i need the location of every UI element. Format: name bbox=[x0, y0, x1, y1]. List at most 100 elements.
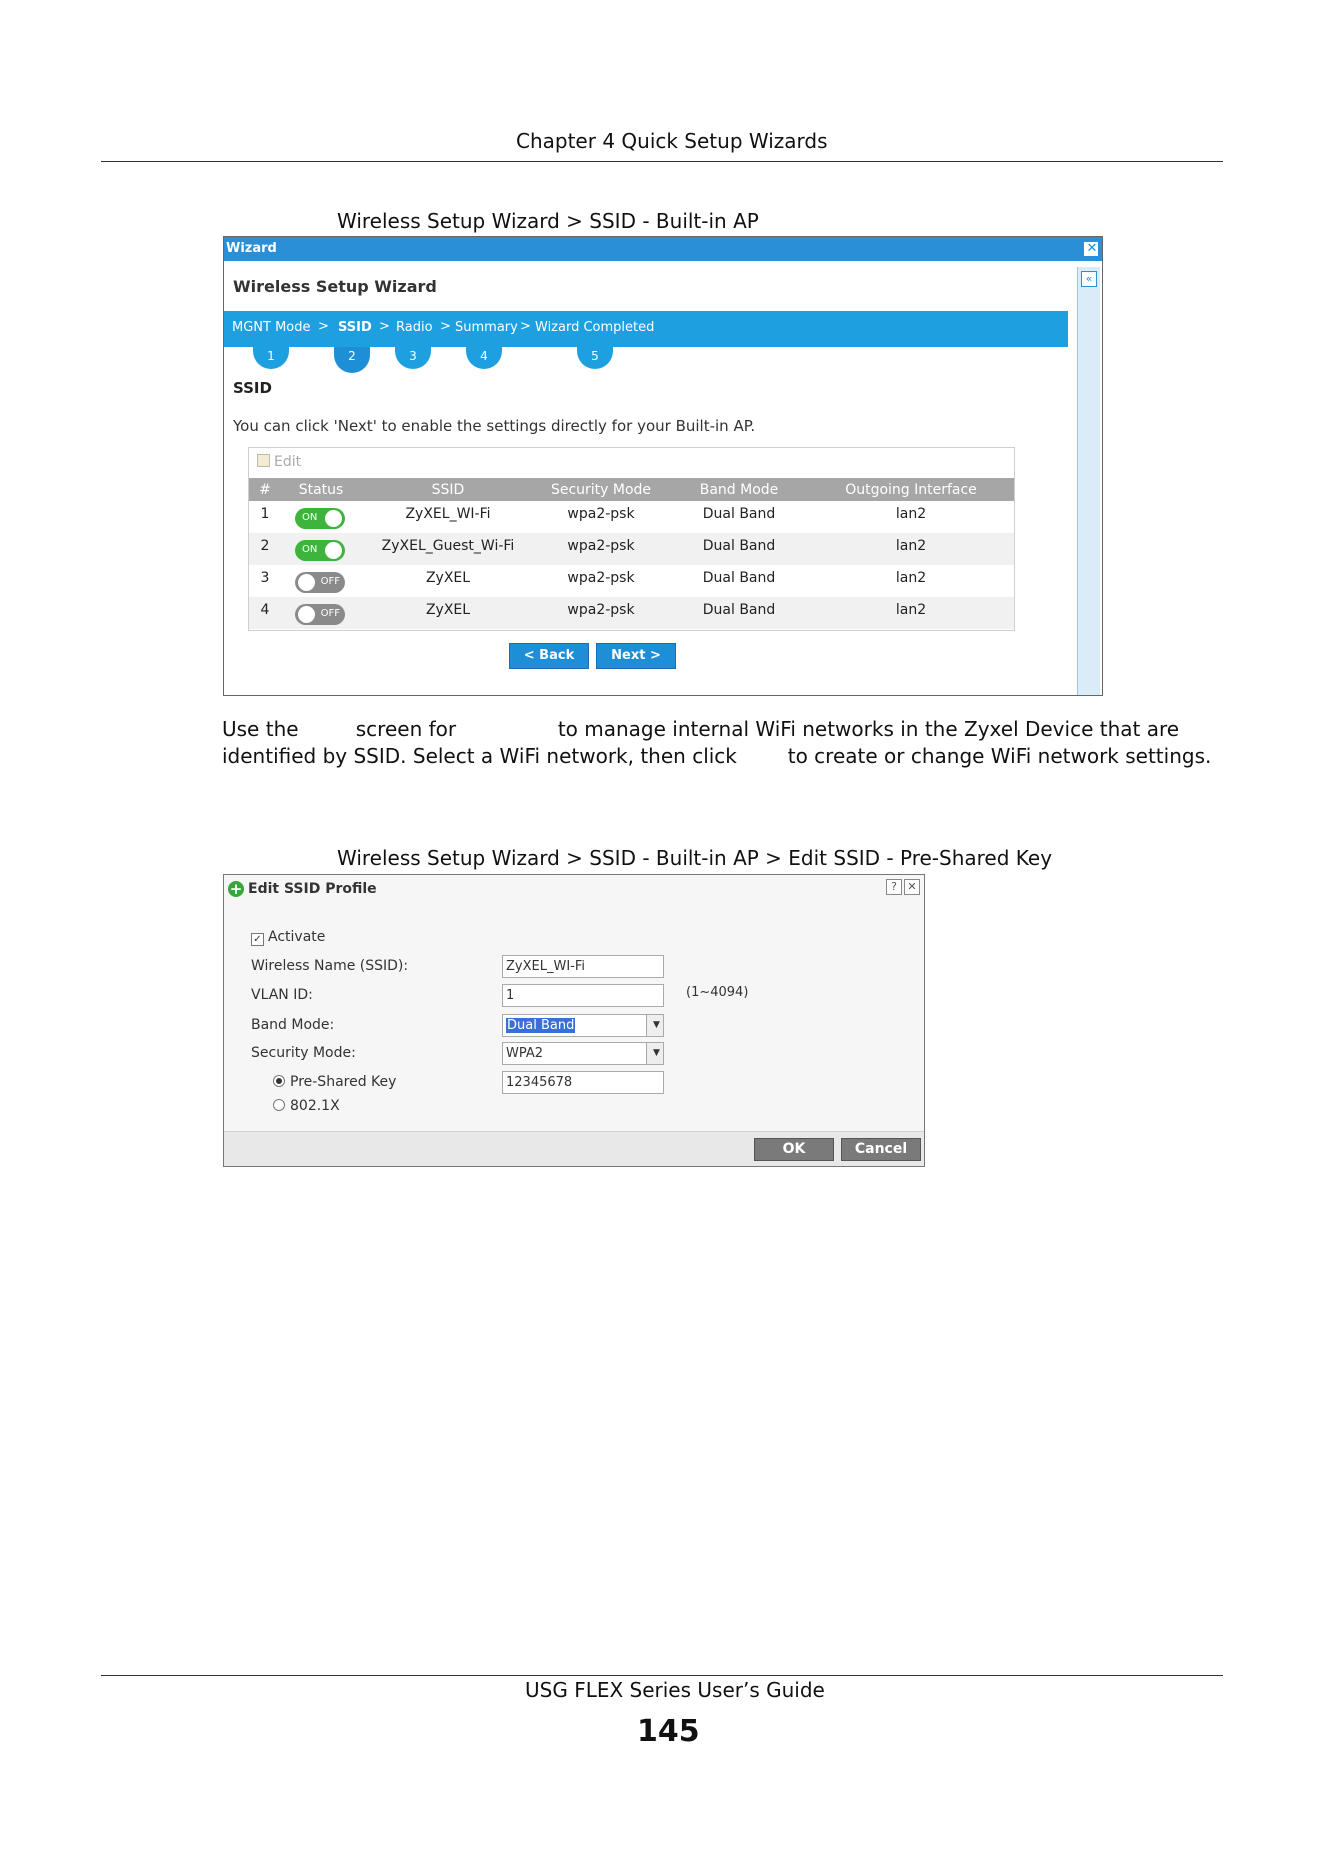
step-radio[interactable]: Radio bbox=[396, 320, 433, 335]
step-number-2: 2 bbox=[334, 347, 370, 373]
wizard-side-panel: « bbox=[1077, 267, 1100, 695]
activate-label: Activate bbox=[268, 929, 326, 945]
edit-label: Edit bbox=[274, 454, 302, 470]
row-iface: lan2 bbox=[895, 570, 927, 586]
col-num: # bbox=[259, 482, 271, 498]
row-security: wpa2-psk bbox=[567, 506, 635, 522]
band-mode-label: Band Mode: bbox=[251, 1017, 335, 1033]
step-number-3: 3 bbox=[395, 347, 431, 369]
step-ssid[interactable]: SSID bbox=[338, 320, 372, 335]
col-band-mode: Band Mode bbox=[699, 482, 779, 498]
toggle-label: OFF bbox=[320, 576, 340, 587]
section-title: SSID bbox=[233, 379, 272, 397]
col-security-mode: Security Mode bbox=[550, 482, 652, 498]
row-ssid: ZyXEL bbox=[425, 570, 471, 586]
step-summary[interactable]: Summary bbox=[455, 320, 518, 335]
row-band: Dual Band bbox=[702, 538, 776, 554]
dialog-title: Edit SSID Profile bbox=[248, 881, 377, 897]
step-number-5: 5 bbox=[577, 347, 613, 369]
collapse-icon[interactable]: « bbox=[1081, 271, 1097, 287]
table-row[interactable]: 2 ON ZyXEL_Guest_Wi-Fi wpa2-psk Dual Ban… bbox=[249, 533, 1014, 565]
wizard-screenshot: Wizard ✕ « Wireless Setup Wizard MGNT Mo… bbox=[223, 236, 1103, 696]
row-iface: lan2 bbox=[895, 602, 927, 618]
ssid-table: Edit # Status SSID Security Mode Band Mo… bbox=[248, 447, 1015, 631]
vlan-input[interactable]: 1 bbox=[502, 984, 664, 1007]
guide-title: USG FLEX Series User’s Guide bbox=[525, 1678, 825, 1702]
close-icon[interactable]: ✕ bbox=[1084, 242, 1098, 256]
band-mode-select[interactable]: Dual Band ▼ bbox=[502, 1014, 664, 1037]
radio-icon[interactable] bbox=[273, 1099, 285, 1111]
row-num: 4 bbox=[260, 602, 270, 618]
toggle-label: ON bbox=[302, 512, 318, 523]
row-ssid: ZyXEL_Guest_Wi-Fi bbox=[381, 538, 515, 554]
status-toggle[interactable]: ON bbox=[295, 508, 345, 529]
band-mode-value: Dual Band bbox=[506, 1018, 576, 1033]
vlan-label: VLAN ID: bbox=[251, 987, 313, 1003]
header-rule bbox=[101, 161, 1223, 162]
dot1x-label: 802.1X bbox=[290, 1098, 340, 1114]
back-button[interactable]: < Back bbox=[509, 643, 589, 669]
chevron-down-icon[interactable]: ▼ bbox=[646, 1015, 663, 1036]
edit-ssid-dialog: + Edit SSID Profile ? ✕ ✓ Activate Wirele… bbox=[223, 874, 925, 1167]
edit-button[interactable]: Edit bbox=[257, 454, 301, 470]
next-button[interactable]: Next > bbox=[596, 643, 676, 669]
chevron-down-icon[interactable]: ▼ bbox=[646, 1043, 663, 1064]
row-num: 2 bbox=[260, 538, 270, 554]
chevron-right-icon: > bbox=[318, 319, 329, 334]
row-security: wpa2-psk bbox=[567, 570, 635, 586]
step-number-1: 1 bbox=[253, 347, 289, 369]
cancel-button[interactable]: Cancel bbox=[841, 1138, 921, 1161]
psk-radio[interactable]: Pre-Shared Key bbox=[273, 1074, 396, 1090]
paragraph-line-1: Use the screen for to manage internal Wi… bbox=[222, 717, 1180, 741]
row-ssid: ZyXEL_WI-Fi bbox=[405, 506, 491, 522]
col-ssid: SSID bbox=[431, 482, 465, 498]
row-band: Dual Band bbox=[702, 570, 776, 586]
status-toggle[interactable]: ON bbox=[295, 540, 345, 561]
wizard-steps-bar: MGNT Mode > SSID > Radio > Summary > Wiz… bbox=[224, 311, 1068, 347]
row-band: Dual Band bbox=[702, 506, 776, 522]
security-mode-label: Security Mode: bbox=[251, 1045, 356, 1061]
chevron-right-icon: > bbox=[440, 319, 451, 334]
step-number-4: 4 bbox=[466, 347, 502, 369]
step-wizard-completed[interactable]: Wizard Completed bbox=[535, 320, 654, 335]
radio-selected-icon[interactable] bbox=[273, 1075, 285, 1087]
table-row[interactable]: 4 OFF ZyXEL wpa2-psk Dual Band lan2 bbox=[249, 597, 1014, 629]
table-row[interactable]: 1 ON ZyXEL_WI-Fi wpa2-psk Dual Band lan2 bbox=[249, 501, 1014, 533]
checkbox-icon[interactable]: ✓ bbox=[251, 933, 264, 946]
row-iface: lan2 bbox=[895, 538, 927, 554]
dot1x-radio[interactable]: 802.1X bbox=[273, 1098, 340, 1114]
row-ssid: ZyXEL bbox=[425, 602, 471, 618]
status-toggle[interactable]: OFF bbox=[295, 604, 345, 625]
activate-checkbox[interactable]: ✓ Activate bbox=[251, 929, 325, 946]
chevron-right-icon: > bbox=[520, 319, 531, 334]
table-row[interactable]: 3 OFF ZyXEL wpa2-psk Dual Band lan2 bbox=[249, 565, 1014, 597]
step-mgnt-mode[interactable]: MGNT Mode bbox=[232, 320, 311, 335]
row-iface: lan2 bbox=[895, 506, 927, 522]
chevron-right-icon: > bbox=[379, 319, 390, 334]
footer-rule bbox=[101, 1675, 1223, 1676]
security-mode-value: WPA2 bbox=[506, 1046, 544, 1061]
security-mode-select[interactable]: WPA2 ▼ bbox=[502, 1042, 664, 1065]
figure2-caption: Wireless Setup Wizard > SSID - Built-in … bbox=[337, 846, 1053, 870]
add-icon: + bbox=[228, 880, 244, 898]
info-text: You can click 'Next' to enable the setti… bbox=[233, 417, 756, 435]
row-band: Dual Band bbox=[702, 602, 776, 618]
vlan-hint: (1~4094) bbox=[686, 985, 749, 1000]
ssid-label: Wireless Name (SSID): bbox=[251, 958, 409, 974]
ok-button[interactable]: OK bbox=[754, 1138, 834, 1161]
status-toggle[interactable]: OFF bbox=[295, 572, 345, 593]
table-header: # Status SSID Security Mode Band Mode Ou… bbox=[249, 478, 1014, 501]
psk-input[interactable]: 12345678 bbox=[502, 1071, 664, 1094]
ssid-input[interactable]: ZyXEL_WI-Fi bbox=[502, 955, 664, 978]
help-icon[interactable]: ? bbox=[886, 879, 902, 895]
edit-icon bbox=[257, 454, 270, 467]
close-icon[interactable]: ✕ bbox=[904, 879, 920, 895]
dialog-footer: OK Cancel bbox=[224, 1131, 924, 1166]
toggle-label: OFF bbox=[320, 608, 340, 619]
row-num: 3 bbox=[260, 570, 270, 586]
col-status: Status bbox=[298, 482, 344, 498]
wizard-heading: Wireless Setup Wizard bbox=[233, 277, 437, 296]
wizard-titlebar: Wizard ✕ bbox=[224, 237, 1102, 261]
psk-label: Pre-Shared Key bbox=[290, 1074, 397, 1090]
figure1-caption: Wireless Setup Wizard > SSID - Built-in … bbox=[337, 209, 759, 233]
